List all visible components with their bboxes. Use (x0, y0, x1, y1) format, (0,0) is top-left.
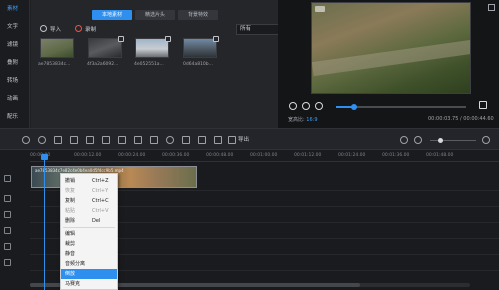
redo-icon[interactable] (38, 136, 46, 144)
rail-item-music[interactable]: 配乐 (0, 112, 30, 123)
zoom-slider[interactable] (430, 138, 476, 143)
mark-icon[interactable] (214, 136, 222, 144)
menu-item-mute[interactable]: 静音 (61, 249, 117, 259)
ruler-tick: 00:00:12.00 (74, 153, 102, 158)
overlay-track-icon (4, 195, 11, 202)
ruler-tick: 00:01:12.00 (294, 153, 322, 158)
seek-bar-knob[interactable] (351, 104, 358, 110)
next-frame-icon[interactable] (315, 102, 323, 110)
rail-item-media[interactable]: 素材 (0, 4, 30, 15)
ruler-tick: 00:00:24.00 (118, 153, 146, 158)
road (312, 39, 470, 77)
record-icon (75, 25, 82, 32)
import-icon (40, 25, 47, 32)
playhead-handle[interactable] (41, 154, 48, 160)
filter-track-icon (4, 227, 11, 234)
rail-item-transitions[interactable]: 转场 (0, 76, 30, 87)
ruler-tick: 00:00:36.00 (162, 153, 190, 158)
zoom-slider-knob[interactable] (438, 138, 443, 143)
zoom-out-icon[interactable] (400, 136, 408, 144)
track-head-music (0, 256, 30, 270)
music-track-icon (4, 259, 11, 266)
import-button[interactable]: 导入 (40, 25, 61, 35)
speed-icon[interactable] (118, 136, 126, 144)
ruler-tick: 00:01:36.00 (382, 153, 410, 158)
record-button[interactable]: 录制 (75, 25, 96, 35)
select-checkbox-icon[interactable] (165, 36, 171, 42)
menu-item-edit[interactable]: 编辑 (61, 229, 117, 239)
export-button[interactable]: 导出 (238, 135, 249, 143)
stop-icon[interactable] (302, 102, 310, 110)
menu-item-undo[interactable]: 撤销 Ctrl+Z (61, 176, 117, 186)
menu-item-delete[interactable]: 删除 Del (61, 216, 117, 226)
track-head-text (0, 208, 30, 222)
crop-icon[interactable] (70, 136, 78, 144)
menu-item-crop[interactable]: 裁剪 (61, 239, 117, 249)
split-icon[interactable] (102, 136, 110, 144)
rail-item-overlay[interactable]: 叠附 (0, 58, 30, 69)
menu-item-detach-audio[interactable]: 音频分离 (61, 259, 117, 269)
playhead[interactable] (41, 154, 48, 290)
reverse-icon[interactable] (134, 136, 142, 144)
preview-video (311, 2, 471, 94)
aspect-ratio[interactable]: 宽高比: 16:9 (288, 116, 318, 123)
select-checkbox-icon[interactable] (118, 36, 124, 42)
track-head-audio (0, 240, 30, 254)
media-thumb-3[interactable] (135, 36, 171, 58)
media-thumb-caption: 4f3a2a6092... (87, 62, 119, 67)
time-ruler[interactable]: 00:00:00 00:00:12.00 00:00:24.00 00:00:3… (30, 150, 499, 162)
left-rail: 素材 文字 滤镜 叠附 转场 动画 配乐 (0, 0, 30, 128)
tab-local-media[interactable]: 本地素材 (92, 10, 132, 20)
track-head-overlay (0, 192, 30, 206)
menu-item-reverse[interactable]: 倒放 (61, 269, 117, 279)
media-panel: 本地素材 精选片头 背景特效 导入 录制 所有 ▾ ae7853834c... … (31, 0, 302, 128)
media-thumb-1[interactable] (40, 38, 74, 58)
media-thumb-caption: 4e052551a... (134, 62, 164, 67)
menu-item-paste[interactable]: 粘贴 Ctrl+V (61, 206, 117, 216)
track-head-video (0, 172, 30, 186)
rail-item-text[interactable]: 文字 (0, 22, 30, 33)
seek-bar[interactable] (336, 104, 466, 110)
menu-item-mosaic[interactable]: 马赛克 (61, 279, 117, 289)
audio-track-icon (4, 243, 11, 250)
menu-separator (63, 227, 115, 228)
undo-icon[interactable] (22, 136, 30, 144)
zoom-in-icon[interactable] (482, 136, 490, 144)
preview-panel: 宽高比: 16:9 00:00:03.75 / 00:00:44.60 (278, 0, 499, 128)
volume-icon[interactable] (479, 101, 487, 109)
track-head-filter (0, 224, 30, 238)
ruler-tick: 00:01:48.00 (426, 153, 454, 158)
rail-item-animation[interactable]: 动画 (0, 94, 30, 105)
mosaic-icon[interactable] (150, 136, 158, 144)
ruler-tick: 00:00:48.00 (206, 153, 234, 158)
tab-intros[interactable]: 精选片头 (135, 10, 175, 20)
select-checkbox-icon[interactable] (213, 36, 219, 42)
edit-toolbar: 导出 (0, 128, 499, 150)
media-thumb-2[interactable] (88, 36, 124, 58)
media-thumb-4[interactable] (183, 36, 219, 58)
ruler-tick: 00:01:24.00 (338, 153, 366, 158)
microphone-icon[interactable] (166, 136, 174, 144)
freeze-icon[interactable] (182, 136, 190, 144)
edit-icon[interactable] (54, 136, 62, 144)
watermark-icon (315, 6, 325, 12)
media-thumb-caption: ae7853834c... (38, 62, 71, 67)
export-icon[interactable] (228, 136, 236, 144)
ruler-tick: 00:01:00.00 (250, 153, 278, 158)
delete-icon[interactable] (86, 136, 94, 144)
media-thumb-caption: 0d64a810b... (183, 62, 213, 67)
video-track-icon (4, 175, 11, 182)
text-track-icon (4, 211, 11, 218)
context-menu: 撤销 Ctrl+Z 恢复 Ctrl+Y 复制 Ctrl+C 粘贴 Ctrl+V 删除 De… (60, 173, 118, 290)
menu-item-copy[interactable]: 复制 Ctrl+C (61, 196, 117, 206)
fullscreen-icon[interactable] (488, 4, 495, 11)
zoom-fit-icon[interactable] (414, 136, 422, 144)
rail-item-filters[interactable]: 滤镜 (0, 40, 30, 51)
play-icon[interactable] (289, 102, 297, 110)
tab-background-effects[interactable]: 背景特效 (178, 10, 218, 20)
audio-icon[interactable] (198, 136, 206, 144)
menu-item-redo[interactable]: 恢复 Ctrl+Y (61, 186, 117, 196)
timecode: 00:00:03.75 / 00:00:44.60 (428, 116, 494, 122)
